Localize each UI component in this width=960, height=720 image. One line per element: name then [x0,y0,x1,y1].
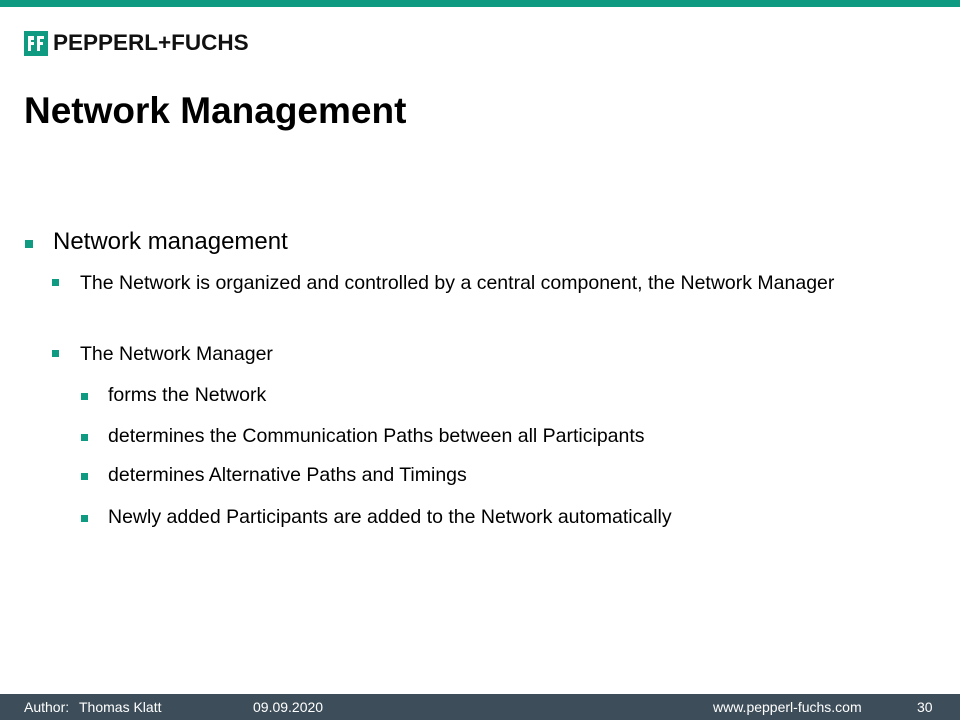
footer-page-number: 30 [917,699,933,715]
bullet-square-icon [81,393,88,400]
top-accent-bar [0,0,960,7]
slide-footer: Author: Thomas Klatt 09.09.2020 www.pepp… [0,694,960,720]
bullet-square-icon [25,240,33,248]
bullet-network-management: Network management [25,228,288,256]
footer-author-label: Author: [24,699,70,715]
bullet-text: The Network Manager [80,343,273,365]
bullet-text: The Network is organized and controlled … [80,272,835,294]
bullet-new-participants: Newly added Participants are added to th… [81,506,672,529]
footer-author-name: Thomas Klatt [79,699,162,715]
bullet-forms-network: forms the Network [81,384,267,407]
bullet-text: determines Alternative Paths and Timings [108,464,467,486]
bullet-text: Network management [53,228,288,255]
bullet-square-icon [81,434,88,441]
bullet-square-icon [81,515,88,522]
footer-website: www.pepperl-fuchs.com [713,699,862,715]
bullet-alternative-paths: determines Alternative Paths and Timings [81,464,467,487]
bullet-square-icon [52,350,59,357]
logo-wordmark: PEPPERL+FUCHS [53,29,249,55]
company-logo: PEPPERL+FUCHS [24,29,249,57]
bullet-network-organized: The Network is organized and controlled … [52,265,900,301]
bullet-network-manager: The Network Manager [52,336,273,372]
footer-date: 09.09.2020 [253,699,324,715]
bullet-text: forms the Network [108,384,267,406]
bullet-text: Newly added Participants are added to th… [108,506,672,528]
pepperl-fuchs-logo-icon [24,30,48,56]
bullet-square-icon [52,279,59,286]
bullet-text: determines the Communication Paths betwe… [108,425,645,447]
slide-title: Network Management [24,90,407,131]
bullet-square-icon [81,473,88,480]
bullet-communication-paths: determines the Communication Paths betwe… [81,425,645,448]
